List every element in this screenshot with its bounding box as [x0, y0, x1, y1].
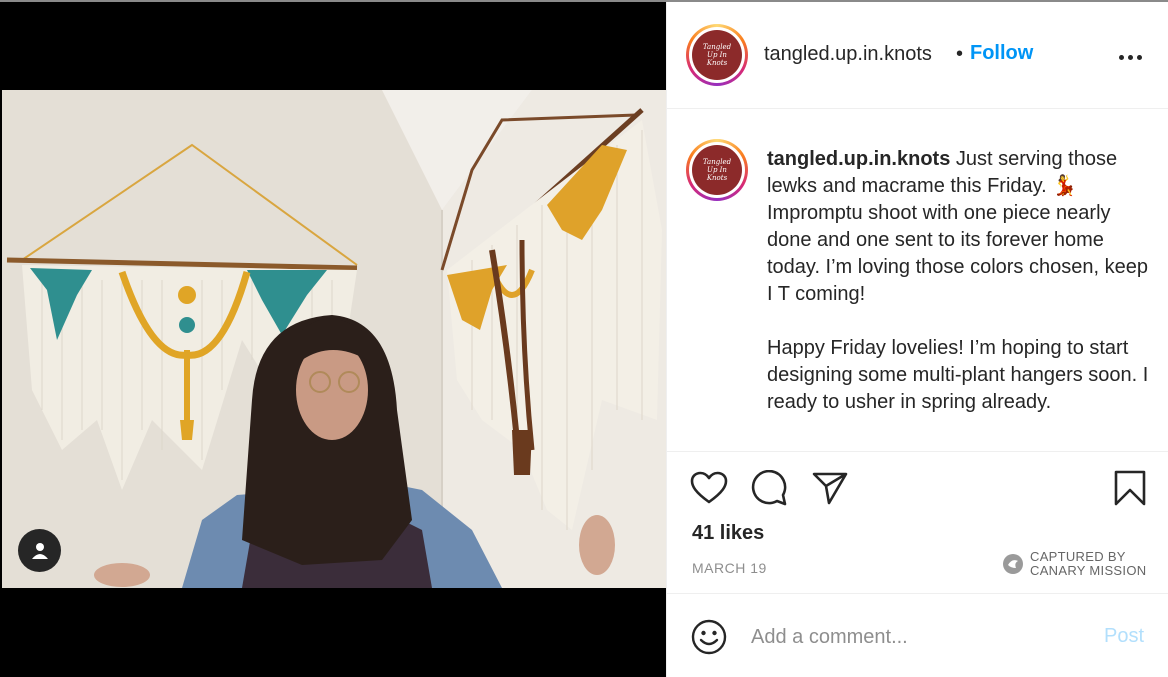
logo-text-line: Tangled	[702, 158, 732, 166]
caption-text: Just serving those lewks and macrame thi…	[767, 148, 1149, 413]
user-tag-button[interactable]	[18, 529, 61, 572]
window-top-border	[0, 0, 1168, 2]
bookmark-icon[interactable]	[1113, 469, 1147, 507]
post-photo[interactable]	[2, 90, 666, 588]
caption-username-link[interactable]: tangled.up.in.knots	[767, 148, 950, 170]
comment-bubble-icon[interactable]	[750, 470, 788, 506]
post-caption: tangled.up.in.knots Just serving those l…	[767, 146, 1152, 416]
comment-bar: Post	[667, 593, 1168, 677]
caption-avatar[interactable]: Tangled Up In Knots	[692, 145, 742, 195]
logo-text-line: Up In	[707, 166, 727, 174]
logo-text-line: Up In	[707, 51, 727, 59]
logo-text-line: Knots	[706, 174, 728, 182]
follow-button[interactable]: Follow	[970, 42, 1033, 65]
post-header: Tangled Up In Knots tangled.up.in.knots …	[667, 2, 1168, 109]
story-ring[interactable]: Tangled Up In Knots	[686, 139, 748, 201]
logo-text-line: Tangled	[702, 43, 732, 51]
comment-input[interactable]	[751, 622, 1081, 652]
story-ring[interactable]: Tangled Up In Knots	[686, 24, 748, 86]
smiley-icon[interactable]	[691, 619, 727, 655]
post-details-panel: Tangled Up In Knots tangled.up.in.knots …	[666, 0, 1168, 677]
more-options-icon[interactable]	[1119, 47, 1145, 67]
header-username-link[interactable]: tangled.up.in.knots	[764, 43, 932, 66]
heart-icon[interactable]	[690, 471, 728, 505]
user-tag-icon	[31, 542, 48, 559]
watermark-text: CAPTURED BY CANARY MISSION	[1030, 550, 1146, 578]
post-media[interactable]	[0, 0, 666, 677]
logo-text-line: Knots	[706, 59, 728, 67]
post-comment-button[interactable]: Post	[1104, 625, 1144, 648]
caption-section: Tangled Up In Knots tangled.up.in.knots …	[667, 110, 1168, 451]
post-actions: 41 likes MARCH 19 CAPTURED BY CANARY MIS…	[667, 451, 1168, 593]
watermark: CAPTURED BY CANARY MISSION	[1002, 550, 1146, 578]
watermark-line: CAPTURED BY	[1030, 549, 1126, 564]
profile-avatar[interactable]: Tangled Up In Knots	[692, 30, 742, 80]
separator-dot: •	[956, 43, 964, 65]
post-date[interactable]: MARCH 19	[692, 560, 767, 576]
watermark-line: CANARY MISSION	[1030, 563, 1147, 578]
canary-mission-logo-icon	[1003, 554, 1023, 574]
likes-count[interactable]: 41 likes	[692, 522, 764, 545]
paper-plane-icon[interactable]	[811, 471, 849, 505]
photo-illustration	[2, 90, 666, 588]
